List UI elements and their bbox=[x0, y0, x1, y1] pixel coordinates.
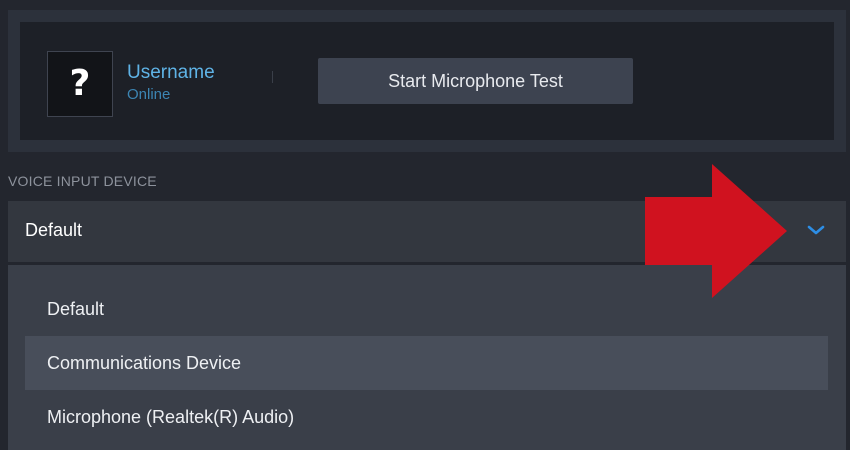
dropdown-option-default[interactable]: Default bbox=[25, 282, 828, 336]
avatar-placeholder-icon: ? bbox=[69, 63, 91, 104]
start-microphone-test-button[interactable]: Start Microphone Test bbox=[318, 58, 633, 104]
panel-divider bbox=[272, 71, 273, 83]
dropdown-option-microphone-realtek[interactable]: Microphone (Realtek(R) Audio) bbox=[25, 390, 828, 444]
selected-device-value: Default bbox=[25, 220, 83, 240]
user-name[interactable]: Username bbox=[127, 63, 215, 82]
avatar: ? bbox=[47, 51, 113, 117]
device-dropdown-list: Default Communications Device Microphone… bbox=[8, 265, 846, 450]
chevron-down-icon[interactable] bbox=[805, 223, 827, 237]
voice-input-device-label: VOICE INPUT DEVICE bbox=[8, 173, 157, 189]
voice-input-device-select[interactable]: Default bbox=[8, 201, 846, 262]
user-status: Online bbox=[127, 86, 171, 103]
dropdown-option-communications-device[interactable]: Communications Device bbox=[25, 336, 828, 390]
